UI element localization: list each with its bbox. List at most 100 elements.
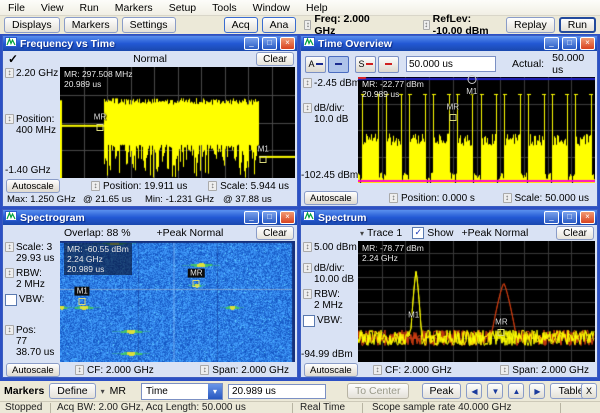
spinner-icon[interactable]: ↕	[200, 365, 209, 375]
to-center-button[interactable]: To Center	[347, 383, 409, 399]
detection-mode-label[interactable]: +Peak Normal	[157, 227, 224, 239]
menu-run[interactable]: Run	[80, 2, 99, 14]
analysis-length-button[interactable]	[328, 56, 349, 73]
menu-markers[interactable]: Markers	[115, 2, 153, 14]
vbw-checkbox[interactable]	[303, 315, 315, 327]
close-icon[interactable]: ×	[580, 37, 595, 50]
close-icon[interactable]: ×	[580, 211, 595, 224]
spinner-icon[interactable]: ↕	[91, 181, 100, 191]
titlebar-spectrum[interactable]: Spectrum _ □ ×	[301, 210, 597, 225]
maximize-button[interactable]: □	[262, 37, 277, 50]
acq-button[interactable]: Acq	[224, 17, 258, 33]
spinner-icon[interactable]: ↕	[5, 68, 14, 78]
dropdown-arrow-icon[interactable]: ▾	[208, 384, 222, 399]
spinner-icon[interactable]: ↕	[303, 103, 312, 113]
marker-mr-label[interactable]: MR	[188, 268, 204, 277]
peak-right-button[interactable]: ▶	[529, 383, 545, 399]
autoscale-button[interactable]: Autoscale	[6, 179, 60, 193]
peak-button[interactable]: Peak	[422, 383, 462, 399]
titlebar-spectrogram[interactable]: Spectrogram _ □ ×	[3, 210, 297, 225]
spinner-icon[interactable]: ↕	[500, 365, 509, 375]
maximize-button[interactable]: □	[562, 211, 577, 224]
rbw-value[interactable]: 2 MHz	[16, 279, 45, 290]
span-field[interactable]: Span: 2.000 GHz	[512, 365, 589, 376]
pos-time-value[interactable]: 38.70 us	[16, 347, 54, 358]
rbw-value[interactable]: 2 MHz	[314, 300, 343, 311]
markers-button[interactable]: Markers	[64, 17, 118, 33]
replay-button[interactable]: Replay	[506, 17, 555, 33]
spinner-icon[interactable]: ↕	[5, 325, 14, 335]
menu-setup[interactable]: Setup	[169, 2, 196, 14]
y-axis-top-value[interactable]: 5.00 dBm	[314, 242, 357, 253]
spinner-icon[interactable]: ↕	[303, 78, 312, 88]
spinner-icon[interactable]: ↕	[303, 242, 312, 252]
minimize-button[interactable]: _	[544, 37, 559, 50]
marker-m1-label[interactable]: M1	[466, 87, 477, 96]
clear-button[interactable]: Clear	[256, 226, 294, 240]
trace-mode-label[interactable]: Normal	[133, 53, 167, 65]
maximize-button[interactable]: □	[562, 37, 577, 50]
spectrum-time-button[interactable]: S	[355, 56, 376, 73]
show-checkbox[interactable]: ✓	[412, 227, 424, 239]
spinner-icon[interactable]: ↕	[373, 365, 382, 375]
plot-scale-field[interactable]: Scale: 5.944 us	[220, 181, 289, 192]
plot-position-field[interactable]: Position: 0.000 s	[401, 193, 475, 204]
freq-spinner-icon[interactable]: ↕	[304, 20, 311, 30]
marker-m1-label[interactable]: M1	[408, 311, 419, 320]
minimize-button[interactable]: _	[544, 211, 559, 224]
marker-mr-label[interactable]: MR	[495, 318, 507, 327]
minimize-button[interactable]: _	[244, 37, 259, 50]
reflev-spinner-icon[interactable]: ↕	[423, 20, 430, 30]
span-field[interactable]: Span: 2.000 GHz	[212, 365, 289, 376]
plot-scale-field[interactable]: Scale: 50.000 us	[515, 193, 590, 204]
close-icon[interactable]: ×	[280, 211, 295, 224]
close-icon[interactable]: ×	[280, 37, 295, 50]
selected-marker-label[interactable]: MR	[110, 385, 126, 397]
close-markers-bar-button[interactable]: X	[581, 383, 597, 399]
position-value[interactable]: 400 MHz	[16, 125, 56, 136]
detection-mode-label[interactable]: +Peak Normal	[462, 227, 529, 239]
ana-button[interactable]: Ana	[262, 17, 297, 33]
marker-m1-label[interactable]: M1	[258, 144, 269, 153]
scale-value[interactable]: 29.93 us	[16, 253, 54, 264]
menu-tools[interactable]: Tools	[212, 2, 237, 14]
settings-button[interactable]: Settings	[122, 17, 176, 33]
spinner-icon[interactable]: ↕	[5, 268, 14, 278]
marker-m1-label[interactable]: M1	[75, 286, 90, 295]
minimize-button[interactable]: _	[244, 211, 259, 224]
autoscale-button[interactable]: Autoscale	[6, 363, 60, 377]
autoscale-button[interactable]: Autoscale	[304, 191, 358, 205]
menu-file[interactable]: File	[8, 2, 25, 14]
spinner-icon[interactable]: ↕	[389, 193, 398, 203]
titlebar-time-overview[interactable]: Time Overview _ □ ×	[301, 36, 597, 51]
spinner-icon[interactable]: ↕	[503, 193, 512, 203]
analysis-time-button[interactable]: A	[305, 56, 326, 73]
plot-position-field[interactable]: Position: 19.911 us	[103, 181, 187, 192]
clear-button[interactable]: Clear	[256, 52, 294, 66]
y-axis-top-value[interactable]: -2.45 dBm	[314, 78, 360, 89]
menu-help[interactable]: Help	[306, 2, 328, 14]
center-frequency-field[interactable]: CF: 2.000 GHz	[87, 365, 154, 376]
titlebar-frequency-vs-time[interactable]: Frequency vs Time _ □ ×	[3, 36, 297, 51]
spinner-icon[interactable]: ↕	[208, 181, 217, 191]
peak-higher-button[interactable]: ▲	[508, 383, 524, 399]
clear-button[interactable]: Clear	[556, 226, 594, 240]
vbw-checkbox[interactable]	[5, 294, 17, 306]
marker-domain-select[interactable]: Time ▾	[141, 383, 223, 400]
spinner-icon[interactable]: ↕	[5, 242, 14, 252]
menu-view[interactable]: View	[41, 2, 64, 14]
trace-select[interactable]: Trace 1	[367, 227, 402, 239]
dbdiv-value[interactable]: 10.0 dB	[314, 114, 348, 125]
define-markers-button[interactable]: Define	[49, 383, 95, 399]
overlap-field[interactable]: Overlap: 88 %	[64, 227, 131, 239]
displays-button[interactable]: Displays	[4, 17, 60, 33]
center-frequency-field[interactable]: CF: 2.000 GHz	[385, 365, 452, 376]
marker-mr-label[interactable]: MR	[94, 112, 106, 121]
scale-label[interactable]: Scale: 3	[16, 242, 52, 253]
autoscale-button[interactable]: Autoscale	[304, 363, 358, 377]
analysis-length-input[interactable]	[406, 56, 496, 72]
spinner-icon[interactable]: ↕	[303, 289, 312, 299]
y-axis-top-value[interactable]: 2.20 GHz	[16, 68, 58, 79]
run-button[interactable]: Run	[559, 17, 596, 33]
pos-value[interactable]: 77	[16, 336, 27, 347]
